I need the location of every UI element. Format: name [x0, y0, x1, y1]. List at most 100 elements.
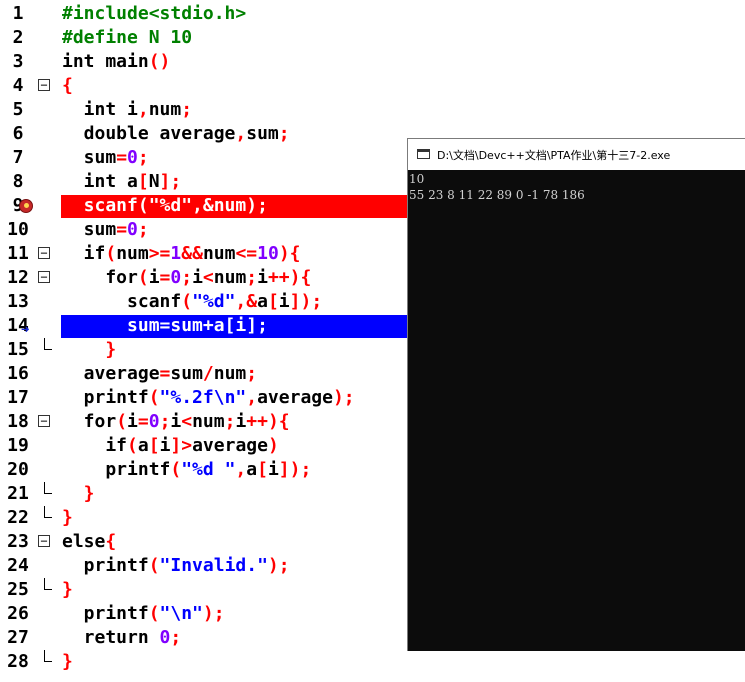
line-number: 7 [12, 147, 24, 168]
code-token: a [137, 435, 149, 456]
code-text[interactable]: } [62, 338, 116, 362]
code-token: sum [62, 219, 117, 240]
code-token: } [62, 483, 95, 504]
code-token: , [246, 387, 258, 408]
breakpoint-icon[interactable] [19, 199, 33, 213]
code-text[interactable]: #define N 10 [62, 26, 192, 50]
line-number: 13 [7, 291, 29, 312]
code-text[interactable]: double average,sum; [62, 122, 290, 146]
code-token: printf [62, 555, 149, 576]
code-token: ; [278, 123, 290, 144]
code-text[interactable]: printf("\n"); [62, 602, 225, 626]
code-token: [ [137, 171, 149, 192]
line-number: 2 [12, 27, 24, 48]
code-line[interactable]: 1 #include<stdio.h> [0, 2, 745, 26]
line-number: 24 [7, 555, 29, 576]
code-token: i [278, 291, 290, 312]
code-token: ; [159, 411, 171, 432]
code-token: ( [148, 555, 160, 576]
code-token: ( [170, 459, 182, 480]
code-text[interactable]: printf("%d ",a[i]); [62, 458, 311, 482]
code-token: ) [267, 435, 279, 456]
code-token: i [235, 411, 247, 432]
code-token: i [170, 411, 182, 432]
code-text[interactable]: sum=0; [62, 146, 149, 170]
line-number: 23 [7, 531, 29, 552]
line-number: 12 [7, 267, 29, 288]
line-number: 6 [12, 123, 24, 144]
fold-toggle-icon[interactable]: − [38, 415, 50, 427]
code-text[interactable]: #include<stdio.h> [62, 2, 246, 26]
line-number: 8 [12, 171, 24, 192]
code-text[interactable]: } [62, 650, 73, 674]
code-token: for [62, 411, 117, 432]
line-number: 3 [12, 51, 24, 72]
code-text[interactable]: printf("%.2f\n",average); [62, 386, 355, 410]
console-screen[interactable]: 10 55 23 8 11 22 89 0 -1 78 186 [408, 170, 745, 651]
code-text[interactable]: if(a[i]>average) [62, 434, 279, 458]
code-line[interactable]: 5 int i,num; [0, 98, 745, 122]
code-text[interactable]: scanf("%d",&a[i]); [62, 290, 322, 314]
code-token: int a [62, 171, 138, 192]
code-text[interactable]: { [62, 74, 73, 98]
line-number: 28 [7, 651, 29, 672]
code-text[interactable]: int a[N]; [62, 170, 182, 194]
code-line[interactable]: 4 −{ [0, 74, 745, 98]
code-token: printf [62, 603, 149, 624]
code-text[interactable]: return 0; [62, 626, 182, 650]
code-text[interactable]: if(num>=1&&num<=10){ [62, 242, 301, 266]
code-token: >= [148, 243, 171, 264]
console-window[interactable]: D:\文档\Devc++文档\PTA作业\第十三7-2.exe 10 55 23… [407, 138, 745, 651]
code-text[interactable]: } [62, 578, 73, 602]
code-token: double average [62, 123, 236, 144]
code-line[interactable]: 28} [0, 650, 745, 674]
code-token: ; [181, 267, 193, 288]
code-token: num [148, 99, 182, 120]
line-number: 11 [7, 243, 29, 264]
code-text[interactable]: printf("Invalid."); [62, 554, 290, 578]
code-text[interactable]: for(i=0;i<num;i++){ [62, 410, 290, 434]
console-window-icon [417, 149, 430, 159]
code-token: [ [267, 291, 279, 312]
code-token: num [213, 267, 247, 288]
code-line[interactable]: 2 #define N 10 [0, 26, 745, 50]
code-token: #define N 10 [62, 27, 193, 48]
line-number: 19 [7, 435, 29, 456]
code-token: ); [267, 555, 290, 576]
fold-toggle-icon[interactable]: − [38, 79, 50, 91]
code-token: "%d " [181, 459, 236, 480]
code-token: "%d" [192, 291, 236, 312]
code-token: } [62, 507, 73, 528]
code-text[interactable]: } [62, 506, 73, 530]
code-token: ( [127, 435, 138, 456]
console-titlebar[interactable]: D:\文档\Devc++文档\PTA作业\第十三7-2.exe [408, 139, 745, 170]
code-text[interactable]: average=sum/num; [62, 362, 257, 386]
code-token: 0 [170, 267, 182, 288]
code-text[interactable]: int i,num; [62, 98, 192, 122]
code-token: ( [116, 411, 128, 432]
code-line[interactable]: 3 int main() [0, 50, 745, 74]
code-token: ]); [289, 291, 323, 312]
fold-end-marker [44, 578, 52, 590]
code-token: num [116, 243, 149, 264]
code-text[interactable]: sum=sum+a[i]; [62, 314, 268, 338]
code-token: i [192, 267, 203, 288]
fold-toggle-icon[interactable]: − [38, 271, 50, 283]
code-text[interactable]: for(i=0;i<num;i++){ [62, 266, 311, 290]
code-token: <= [235, 243, 258, 264]
code-token: } [62, 579, 73, 600]
code-token: { [62, 75, 73, 96]
code-text[interactable]: int main() [62, 50, 170, 74]
code-text[interactable]: else{ [62, 530, 116, 554]
code-token: ( [137, 267, 149, 288]
code-token: { [105, 531, 117, 552]
code-token: ; [246, 363, 258, 384]
fold-toggle-icon[interactable]: − [38, 535, 50, 547]
line-number: 17 [7, 387, 29, 408]
fold-end-marker [44, 482, 52, 494]
fold-toggle-icon[interactable]: − [38, 247, 50, 259]
code-text[interactable]: sum=0; [62, 218, 149, 242]
code-text[interactable]: scanf("%d",&num); [62, 194, 268, 218]
code-text[interactable]: } [62, 482, 95, 506]
code-token: i [127, 411, 138, 432]
